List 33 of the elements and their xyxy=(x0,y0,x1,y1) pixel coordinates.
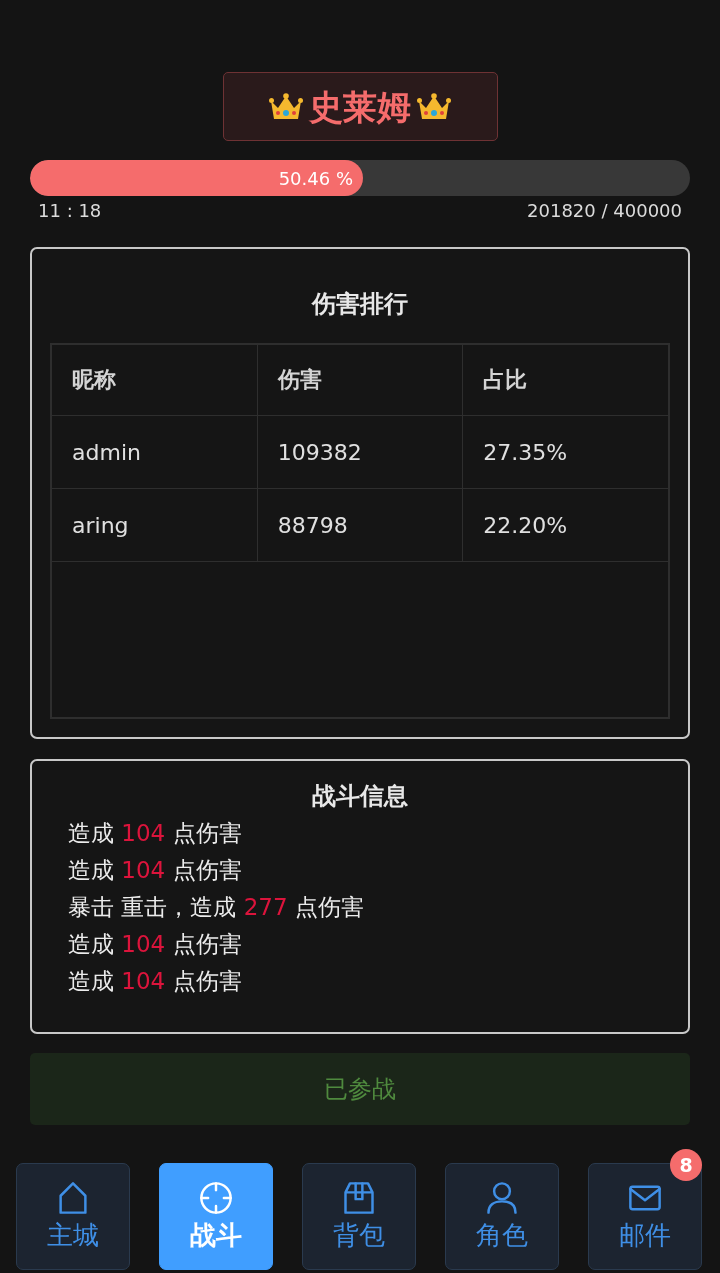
card-title: 伤害排行 xyxy=(312,289,408,319)
nav-tab[interactable]: 背包 xyxy=(302,1163,416,1270)
header-cell: 占比 xyxy=(462,345,668,416)
table-cell: 109382 xyxy=(257,415,463,489)
hp-text: 201820 / 400000 xyxy=(527,199,682,223)
crown-icon xyxy=(269,92,303,121)
crosshair-icon xyxy=(198,1180,234,1216)
nav-label: 邮件 xyxy=(619,1219,671,1252)
header-cell: 昵称 xyxy=(52,345,258,416)
log-line: 造成 104 点伤害 xyxy=(68,930,242,959)
nav-label: 背包 xyxy=(333,1219,385,1252)
table-cell: admin xyxy=(52,415,258,489)
header-cell: 伤害 xyxy=(257,345,463,416)
boss-name: 史莱姆 xyxy=(309,89,411,124)
timer-text: 11 : 18 xyxy=(38,199,102,223)
log-line: 造成 104 点伤害 xyxy=(68,967,242,996)
nav-label: 战斗 xyxy=(190,1219,242,1252)
user-icon xyxy=(484,1180,520,1216)
progress-reading: 50.46 % xyxy=(278,167,354,189)
table-cell: aring xyxy=(52,488,258,562)
card-title: 战斗信息 xyxy=(312,781,408,811)
nav-label: 主城 xyxy=(47,1219,99,1252)
nav-label: 角色 xyxy=(476,1219,528,1252)
notification-badge: 8 xyxy=(670,1149,702,1181)
nav-tab[interactable]: 主城 xyxy=(16,1163,130,1270)
log-line: 造成 104 点伤害 xyxy=(68,819,242,848)
table-cell: 88798 xyxy=(257,488,463,562)
log-line: 暴击 重击，造成 277 点伤害 xyxy=(68,893,364,922)
nav-tab[interactable]: 角色 xyxy=(445,1163,559,1270)
box-icon xyxy=(341,1180,377,1216)
crown-icon xyxy=(417,92,451,121)
log-line: 造成 104 点伤害 xyxy=(68,856,242,885)
nav-tab[interactable]: 战斗 xyxy=(159,1163,273,1270)
